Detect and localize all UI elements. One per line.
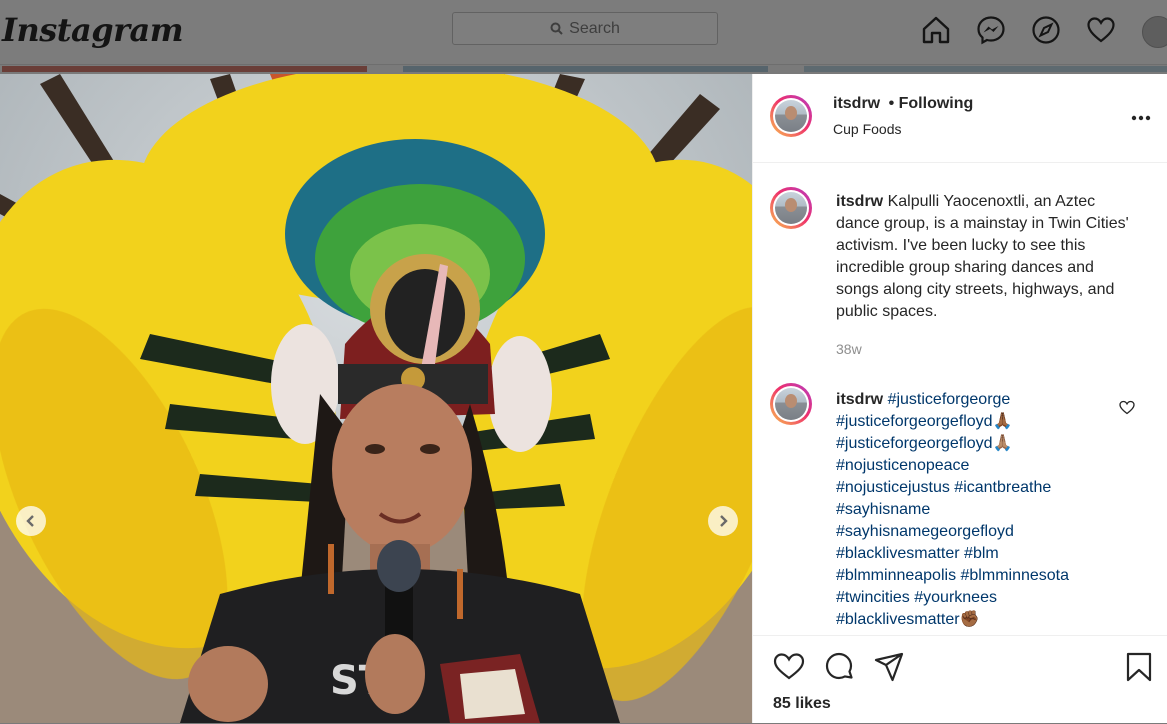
hashtag-line[interactable]: #twincities #yourknees [836,589,997,606]
more-options-icon[interactable] [1131,114,1151,122]
hashtag-line[interactable]: #blacklivesmatter #blm [836,545,999,562]
background-post-strip [403,66,768,72]
profile-avatar[interactable] [1142,16,1167,48]
chevron-right-icon [720,515,728,527]
hashtag-line[interactable]: #blmminneapolis #blmminnesota [836,567,1069,584]
hashtag-line[interactable]: #nojusticejustus #icantbreathe [836,479,1051,496]
search-icon [550,22,563,35]
like-heart-icon[interactable] [773,651,805,681]
caption-username[interactable]: itsdrw [836,193,883,210]
hashtag-line[interactable]: #blacklivesmatter✊🏾 [836,611,980,628]
comment-author-avatar[interactable] [770,383,812,425]
comment-bubble-icon[interactable] [823,651,855,683]
caption-timestamp[interactable]: 38w [836,341,862,357]
hashtag-line[interactable]: #justiceforgeorgefloyd🙏🏽 [836,435,1012,452]
background-post-strip [804,66,1167,72]
following-status[interactable]: • Following [889,95,974,112]
post-location[interactable]: Cup Foods [833,121,901,137]
hashtag-line[interactable]: #justiceforgeorge [888,391,1011,408]
post-header: itsdrw • Following Cup Foods [753,74,1167,163]
likes-count[interactable]: 85 likes [773,695,831,713]
author-avatar[interactable] [770,95,812,137]
home-icon[interactable] [921,15,951,45]
comments-section: itsdrw Kalpulli Yaocenoxtli, an Aztec da… [753,163,1167,635]
post-details-panel: itsdrw • Following Cup Foods itsdrw Kalp… [752,74,1167,723]
post-photo[interactable]: ST [0,74,752,723]
hashtag-line[interactable]: #sayhisnamegeorgefloyd [836,523,1014,540]
search-input[interactable]: Search [452,12,718,45]
hashtag-line[interactable]: #nojusticenopeace [836,457,969,474]
save-bookmark-icon[interactable] [1125,651,1153,683]
comment-username[interactable]: itsdrw [836,391,883,408]
caption-text: Kalpulli Yaocenoxtli, an Aztec dance gro… [836,193,1129,320]
messenger-icon[interactable] [976,15,1006,45]
chevron-left-icon [26,515,34,527]
caption-author-avatar[interactable] [770,187,812,229]
previous-photo-button[interactable] [16,506,46,536]
hashtag-comment: itsdrw #justiceforgeorge #justiceforgeor… [836,389,1136,631]
search-placeholder: Search [569,20,620,37]
caption-text-block: itsdrw Kalpulli Yaocenoxtli, an Aztec da… [836,191,1136,323]
hashtag-line[interactable]: #justiceforgeorgefloyd🙏🏾 [836,413,1012,430]
like-comment-heart-icon[interactable] [1119,400,1135,415]
share-paper-plane-icon[interactable] [873,651,905,683]
post-actions-bar: 85 likes [753,635,1167,724]
next-photo-button[interactable] [708,506,738,536]
author-username[interactable]: itsdrw [833,95,880,112]
background-post-strip [2,66,367,72]
activity-heart-icon[interactable] [1086,15,1116,45]
explore-icon[interactable] [1031,15,1061,45]
top-navigation-bar: Instagram Search [0,0,1167,65]
instagram-logo[interactable]: Instagram [2,10,184,50]
aztec-dancer-photo: ST [0,74,752,723]
hashtag-line[interactable]: #sayhisname [836,501,930,518]
